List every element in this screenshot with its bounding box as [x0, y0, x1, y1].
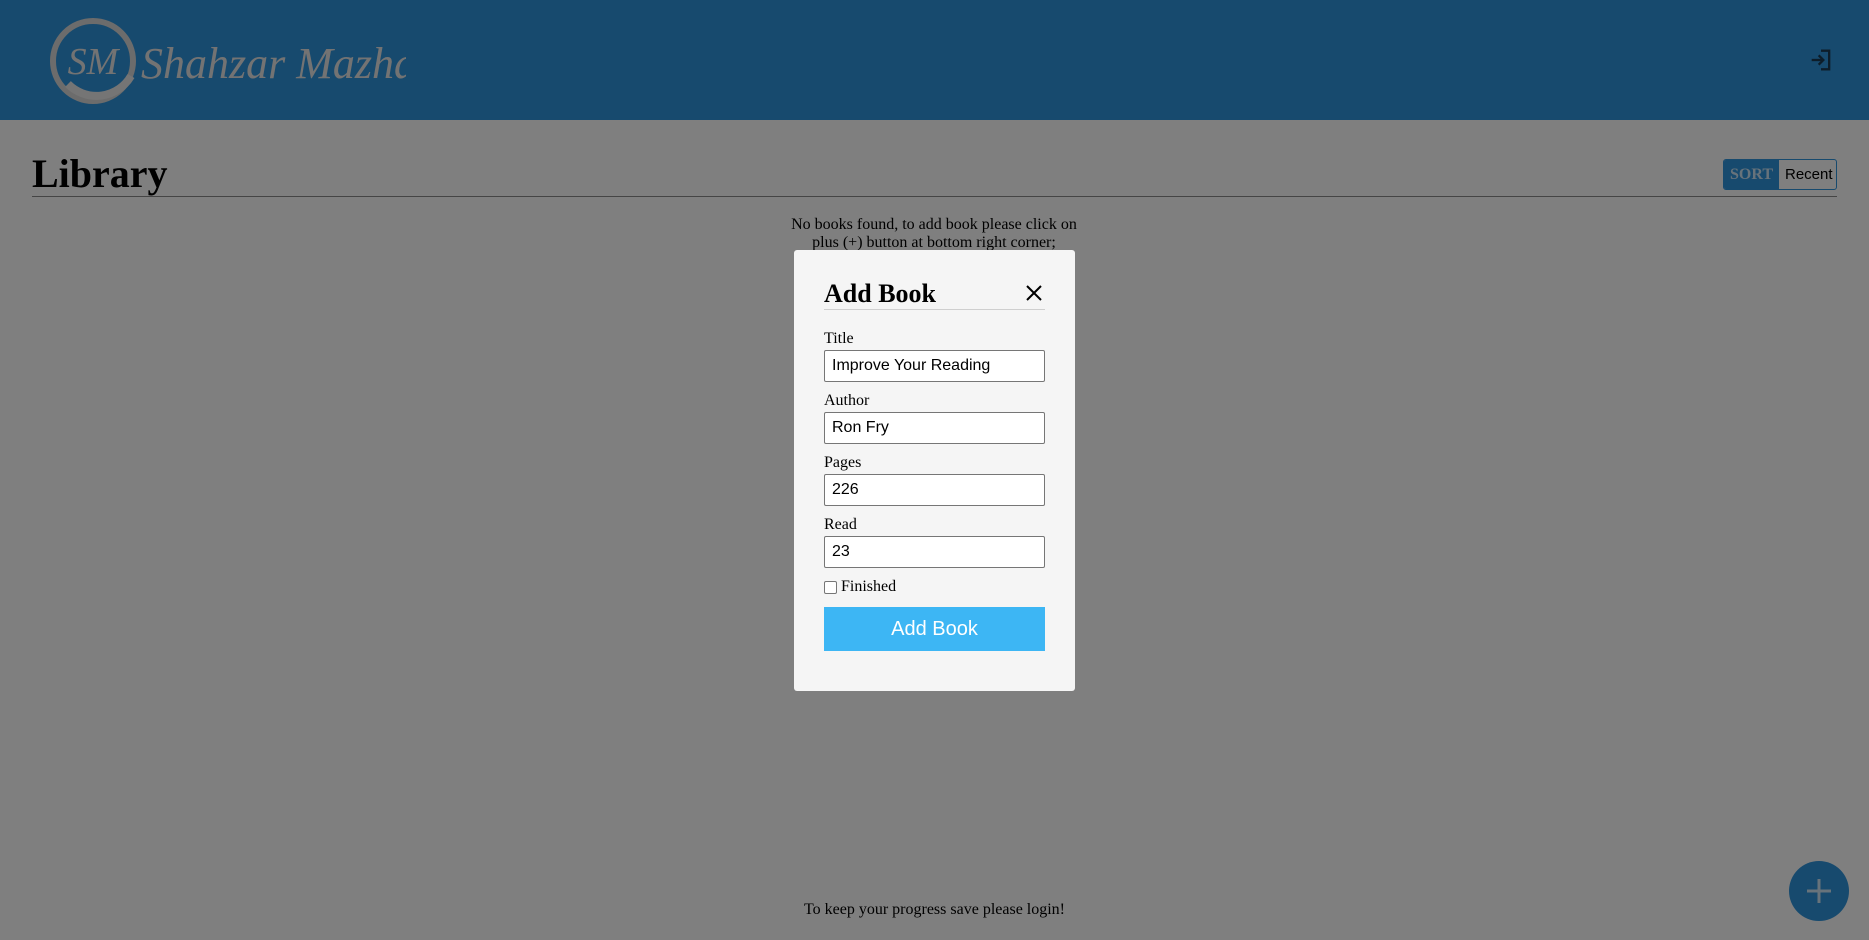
- title-input[interactable]: [824, 350, 1045, 382]
- finished-checkbox[interactable]: [824, 580, 837, 594]
- read-label: Read: [824, 516, 857, 533]
- pages-label: Pages: [824, 454, 862, 471]
- author-input[interactable]: [824, 412, 1045, 444]
- read-input[interactable]: [824, 536, 1045, 568]
- finished-label: Finished: [841, 578, 897, 595]
- modal-header: Add Book: [824, 278, 1045, 310]
- modal-title: Add Book: [824, 279, 936, 308]
- pages-input[interactable]: [824, 474, 1045, 506]
- add-book-modal: Add Book Title Author Pages Read Finishe…: [794, 250, 1075, 691]
- title-label: Title: [824, 330, 854, 347]
- close-icon[interactable]: [1025, 284, 1043, 302]
- add-book-button[interactable]: Add Book: [824, 607, 1045, 651]
- finished-row: Finished: [824, 578, 896, 596]
- author-label: Author: [824, 392, 870, 409]
